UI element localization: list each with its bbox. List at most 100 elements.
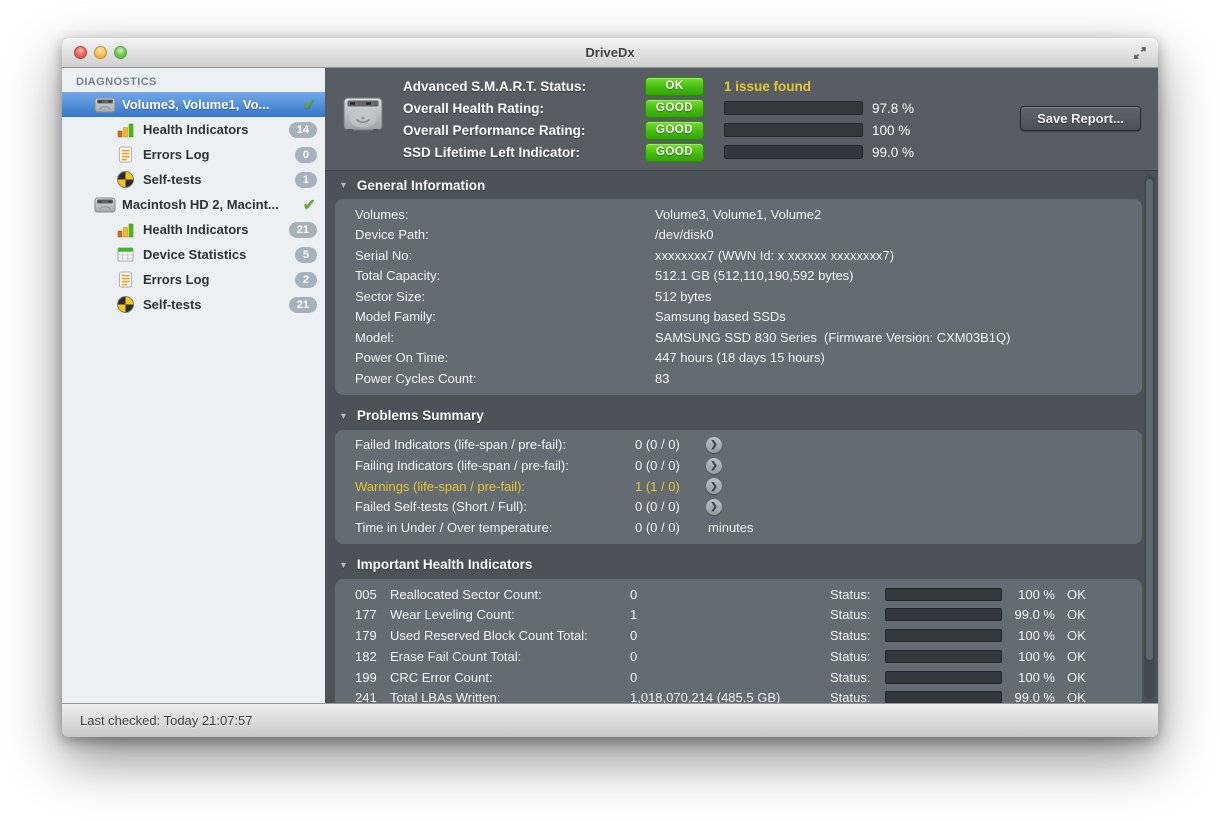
health-progress-bar: [885, 629, 1002, 642]
hard-drive-icon: [341, 75, 403, 170]
zoom-button[interactable]: [114, 46, 127, 59]
detail-arrow-button[interactable]: [706, 458, 722, 474]
main-panel: Advanced S.M.A.R.T. Status: OK 1 issue f…: [325, 68, 1158, 703]
count-badge: 5: [295, 247, 317, 263]
performance-rating-label: Overall Performance Rating:: [403, 123, 645, 138]
sidebar-header: DIAGNOSTICS: [62, 68, 325, 92]
section-title: Problems Summary: [357, 408, 484, 423]
count-badge: 0: [295, 147, 317, 163]
disclosure-triangle-icon: [339, 411, 348, 421]
health-indicator-row: 182 Erase Fail Count Total: 0 Status: 10…: [335, 646, 1142, 667]
health-indicator-row: 241 Total LBAs Written: 1,018,070,214 (4…: [335, 687, 1142, 703]
health-rating-row: Overall Health Rating: GOOD 97.8 %: [403, 97, 914, 119]
health-indicator-row: 005 Reallocated Sector Count: 0 Status: …: [335, 584, 1142, 605]
ssd-lifetime-percent: 99.0 %: [872, 145, 914, 160]
info-row: Model Family:Samsung based SSDs: [335, 307, 1142, 328]
good-badge: GOOD: [645, 143, 704, 162]
detail-arrow-button[interactable]: [706, 437, 722, 453]
health-rating-progress-bar: [724, 101, 863, 115]
performance-rating-progress-bar: [724, 123, 863, 137]
general-information-box: Volumes:Volume3, Volume1, Volume2 Device…: [335, 199, 1142, 395]
problems-summary-box: Failed Indicators (life-span / pre-fail)…: [335, 430, 1142, 544]
sidebar-item-errors-log-1[interactable]: Errors Log 0: [62, 142, 325, 167]
info-row: Serial No:xxxxxxxx7 (WWN Id: x xxxxxx xx…: [335, 245, 1142, 266]
status-ok: OK: [1067, 690, 1086, 703]
health-indicators-box: 005 Reallocated Sector Count: 0 Status: …: [335, 579, 1142, 703]
sidebar-item-self-tests-1[interactable]: Self-tests 1: [62, 167, 325, 192]
minutes-suffix: minutes: [708, 520, 754, 535]
app-window: DriveDx DIAGNOSTICS Volume3, Volume1, Vo…: [62, 38, 1158, 737]
ssd-lifetime-progress-bar: [724, 145, 863, 159]
issue-found-note: 1 issue found: [724, 79, 811, 94]
health-rating-percent: 97.8 %: [872, 101, 914, 116]
detail-arrow-button[interactable]: [706, 478, 722, 494]
pie-icon: [117, 171, 134, 188]
drive-icon: [94, 196, 116, 214]
good-badge: GOOD: [645, 121, 704, 140]
info-row: Sector Size:512 bytes: [335, 286, 1142, 307]
title-bar[interactable]: DriveDx: [62, 38, 1158, 68]
health-progress-bar: [885, 608, 1002, 621]
section-important-health-indicators[interactable]: Important Health Indicators: [325, 551, 1158, 579]
health-rating-label: Overall Health Rating:: [403, 101, 645, 116]
section-problems-summary[interactable]: Problems Summary: [325, 402, 1158, 430]
sidebar-item-health-indicators-1[interactable]: Health Indicators 14: [62, 117, 325, 142]
table-icon: [117, 247, 134, 262]
resize-icon[interactable]: [1132, 45, 1148, 61]
count-badge: 21: [289, 297, 317, 313]
sidebar-item-device-statistics[interactable]: Device Statistics 5: [62, 242, 325, 267]
ssd-lifetime-row: SSD Lifetime Left Indicator: GOOD 99.0 %: [403, 141, 914, 163]
info-row: Total Capacity:512.1 GB (512,110,190,592…: [335, 266, 1142, 287]
checkmark-icon: [303, 195, 316, 215]
status-ok: OK: [1067, 670, 1086, 685]
log-icon: [117, 146, 134, 163]
info-row: Device Path:/dev/disk0: [335, 225, 1142, 246]
scrollbar-thumb[interactable]: [1145, 178, 1154, 661]
minimize-button[interactable]: [94, 46, 107, 59]
health-indicator-row: 199 CRC Error Count: 0 Status: 100 % OK: [335, 667, 1142, 688]
info-row: Power On Time:447 hours (18 days 15 hour…: [335, 348, 1142, 369]
sidebar-item-label: Macintosh HD 2, Macint...: [122, 197, 279, 212]
close-button[interactable]: [74, 46, 87, 59]
smart-status-header: Advanced S.M.A.R.T. Status: OK 1 issue f…: [325, 68, 1158, 171]
section-title: Important Health Indicators: [357, 557, 533, 572]
health-indicator-row: 177 Wear Leveling Count: 1 Status: 99.0 …: [335, 605, 1142, 626]
drive-icon: [94, 96, 116, 114]
problem-row: Failed Self-tests (Short / Full): 0 (0 /…: [335, 497, 1142, 518]
health-progress-bar: [885, 691, 1002, 703]
status-ok: OK: [1067, 587, 1086, 602]
bar-chart-icon: [117, 222, 134, 238]
disclosure-triangle-icon: [339, 560, 348, 570]
status-ok: OK: [1067, 607, 1086, 622]
count-badge: 2: [295, 272, 317, 288]
info-row: Volumes:Volume3, Volume1, Volume2: [335, 204, 1142, 225]
sidebar-item-label: Errors Log: [143, 147, 209, 162]
pie-icon: [117, 296, 134, 313]
smart-status-label: Advanced S.M.A.R.T. Status:: [403, 79, 645, 94]
status-bar: Last checked: Today 21:07:57: [62, 703, 1158, 737]
sidebar-item-label: Device Statistics: [143, 247, 246, 262]
sidebar-item-label: Health Indicators: [143, 222, 248, 237]
sidebar-item-macintosh-hd-2[interactable]: Macintosh HD 2, Macint...: [62, 192, 325, 217]
info-row: Power Cycles Count:83: [335, 368, 1142, 389]
section-title: General Information: [357, 178, 485, 193]
bar-chart-icon: [117, 122, 134, 138]
section-general-information[interactable]: General Information: [325, 171, 1158, 199]
count-badge: 1: [295, 172, 317, 188]
problem-row: Failing Indicators (life-span / pre-fail…: [335, 455, 1142, 476]
sidebar-item-label: Errors Log: [143, 272, 209, 287]
sidebar-item-volume3[interactable]: Volume3, Volume1, Vo...: [62, 92, 325, 117]
performance-rating-row: Overall Performance Rating: GOOD 100 %: [403, 119, 914, 141]
sidebar: DIAGNOSTICS Volume3, Volume1, Vo... Heal…: [62, 68, 325, 703]
log-icon: [117, 271, 134, 288]
smart-status-row: Advanced S.M.A.R.T. Status: OK 1 issue f…: [403, 75, 914, 97]
sidebar-item-self-tests-2[interactable]: Self-tests 21: [62, 292, 325, 317]
status-ok: OK: [1067, 628, 1086, 643]
count-badge: 21: [289, 222, 317, 238]
detail-arrow-button[interactable]: [706, 499, 722, 515]
save-report-button[interactable]: Save Report...: [1020, 106, 1141, 131]
sidebar-item-errors-log-2[interactable]: Errors Log 2: [62, 267, 325, 292]
sidebar-item-label: Self-tests: [143, 172, 202, 187]
sidebar-item-health-indicators-2[interactable]: Health Indicators 21: [62, 217, 325, 242]
sidebar-item-label: Health Indicators: [143, 122, 248, 137]
